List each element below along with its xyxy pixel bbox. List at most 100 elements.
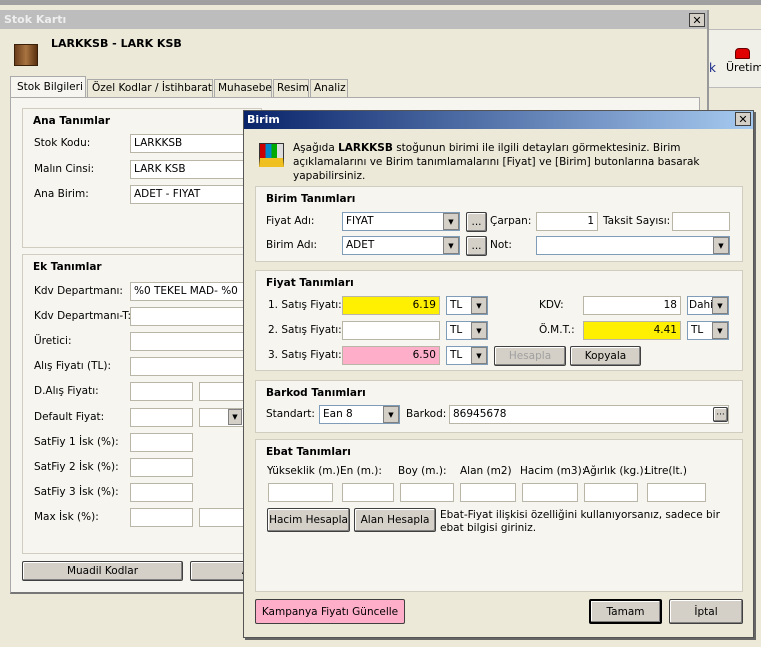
toolbar-partial-label[interactable]: k <box>709 61 716 75</box>
fiyat-adi-select[interactable]: FIYAT ▼ <box>342 212 460 231</box>
satis-fiyati-input[interactable] <box>342 321 440 340</box>
birim-close-button[interactable]: ✕ <box>735 112 751 126</box>
ebat-input[interactable] <box>522 483 578 502</box>
ebat-label: Boy (m.): <box>398 465 447 477</box>
ek-input[interactable] <box>130 483 193 502</box>
hesapla-button[interactable]: Hesapla <box>494 346 566 366</box>
ebat-input[interactable] <box>400 483 454 502</box>
currency-select[interactable]: TL ▼ <box>446 321 488 340</box>
ek-input[interactable] <box>130 382 193 401</box>
tab-muhasebe[interactable]: Muhasebe <box>214 79 272 97</box>
satis-fiyati-label: 2. Satış Fiyatı: <box>268 324 342 336</box>
taksit-input[interactable] <box>672 212 730 231</box>
birim-titlebar <box>244 111 753 129</box>
ebat-label: Alan (m2) <box>460 465 512 477</box>
kdv-mode-select[interactable]: Dahil ▼ <box>687 296 729 315</box>
tamam-button[interactable]: Tamam <box>589 599 662 624</box>
tab-resim[interactable]: Resim <box>273 79 309 97</box>
box-icon <box>14 44 38 66</box>
units-icon <box>259 143 284 167</box>
ek-label: D.Alış Fiyatı: <box>34 385 99 397</box>
fiyat-ellipsis-button[interactable]: ... <box>466 212 487 232</box>
barkod-label: Barkod: <box>406 408 447 420</box>
ek-input[interactable] <box>130 458 193 477</box>
not-label: Not: <box>490 239 512 251</box>
ek-input[interactable]: %0 TEKEL MAD- %0 <box>130 282 245 301</box>
ek-label: Max İsk (%): <box>34 511 99 523</box>
ek-label: SatFiy 2 İsk (%): <box>34 461 119 473</box>
ebat-input[interactable] <box>647 483 706 502</box>
ana-input[interactable]: ADET - FIYAT <box>130 185 245 204</box>
ek-input[interactable] <box>130 408 193 427</box>
kampanya-fiyati-button[interactable]: Kampanya Fiyatı Güncelle <box>255 599 405 624</box>
satis-fiyati-input[interactable]: 6.19 <box>342 296 440 315</box>
app-top-bar <box>0 0 761 5</box>
ebat-label: Litre(lt.) <box>645 465 687 477</box>
ebat-label: Ağırlık (kg.): <box>583 465 648 477</box>
barkod-ellipsis-button[interactable]: ··· <box>713 407 728 422</box>
ek-label: Kdv Departmanı-T: <box>34 310 132 322</box>
carpan-input[interactable]: 1 <box>536 212 598 231</box>
tab-ozel-kodlar[interactable]: Özel Kodlar / İstihbarat <box>87 79 213 97</box>
ebat-input[interactable] <box>584 483 638 502</box>
ek-input[interactable] <box>130 433 193 452</box>
ebat-label: Hacim (m3): <box>520 465 586 477</box>
chevron-down-icon: ▼ <box>443 213 459 230</box>
ana-input[interactable]: LARK KSB <box>130 160 245 179</box>
chevron-down-icon: ▼ <box>471 322 487 339</box>
ek-label: SatFiy 3 İsk (%): <box>34 486 119 498</box>
alan-hesapla-button[interactable]: Alan Hesapla <box>354 508 436 532</box>
chevron-down-icon: ▼ <box>383 406 399 423</box>
phone-icon[interactable] <box>735 48 750 59</box>
ek-input-secondary[interactable] <box>199 508 245 527</box>
satis-fiyati-input[interactable]: 6.50 <box>342 346 440 365</box>
tab-analiz[interactable]: Analiz <box>310 79 348 97</box>
chevron-down-icon: ▼ <box>443 237 459 254</box>
carpan-label: Çarpan: <box>490 215 532 227</box>
birim-ellipsis-button[interactable]: ... <box>466 236 487 256</box>
kopyala-button[interactable]: Kopyala <box>570 346 641 366</box>
ana-label: Ana Birim: <box>34 188 89 200</box>
ek-input[interactable] <box>130 332 245 351</box>
ek-input[interactable] <box>130 508 193 527</box>
chevron-down-icon[interactable]: ▼ <box>228 409 242 425</box>
ek-label: SatFiy 1 İsk (%): <box>34 436 119 448</box>
not-select[interactable]: ▼ <box>536 236 730 255</box>
close-button[interactable]: ✕ <box>689 13 705 27</box>
muadil-kodlar-button[interactable]: Muadil Kodlar <box>22 561 183 581</box>
omt-currency-select[interactable]: TL ▼ <box>687 321 729 340</box>
satis-fiyati-label: 3. Satış Fiyatı: <box>268 349 342 361</box>
ebat-label: En (m.): <box>340 465 382 477</box>
barkod-input[interactable]: 86945678 <box>449 405 729 424</box>
ebat-label: Yükseklik (m.): <box>267 465 344 477</box>
ebat-input[interactable] <box>342 483 394 502</box>
currency-select[interactable]: TL ▼ <box>446 346 488 365</box>
ek-input-secondary[interactable] <box>199 382 245 401</box>
birim-adi-select[interactable]: ADET ▼ <box>342 236 460 255</box>
ek-label: Kdv Departmanı: <box>34 285 123 297</box>
toolbar-item-uretim[interactable]: Üretim <box>726 61 761 74</box>
omt-input[interactable]: 4.41 <box>583 321 681 340</box>
chevron-down-icon: ▼ <box>471 347 487 364</box>
currency-select[interactable]: TL ▼ <box>446 296 488 315</box>
ek-input[interactable] <box>130 307 245 326</box>
iptal-button[interactable]: İptal <box>669 599 743 624</box>
info-text: Aşağıda LARKKSB stoğunun birimi ile ilgi… <box>293 142 700 182</box>
ana-label: Stok Kodu: <box>34 137 91 149</box>
birim-title: Birim <box>247 113 280 126</box>
ebat-input[interactable] <box>268 483 333 502</box>
ebat-input[interactable] <box>460 483 516 502</box>
kdv-label: KDV: <box>539 299 564 311</box>
fiyat-adi-label: Fiyat Adı: <box>266 215 315 227</box>
omt-label: Ö.M.T.: <box>539 324 575 336</box>
window-title: Stok Kartı <box>4 13 67 26</box>
tab-stok-bilgileri[interactable]: Stok Bilgileri <box>10 76 86 98</box>
standart-select[interactable]: Ean 8 ▼ <box>319 405 400 424</box>
chevron-down-icon: ▼ <box>471 297 487 314</box>
kdv-input[interactable]: 18 <box>583 296 681 315</box>
chevron-down-icon: ▼ <box>712 297 728 314</box>
ek-input[interactable] <box>130 357 245 376</box>
birim-adi-label: Birim Adı: <box>266 239 318 251</box>
ana-input[interactable]: LARKKSB <box>130 134 245 153</box>
hacim-hesapla-button[interactable]: Hacim Hesapla <box>267 508 350 532</box>
